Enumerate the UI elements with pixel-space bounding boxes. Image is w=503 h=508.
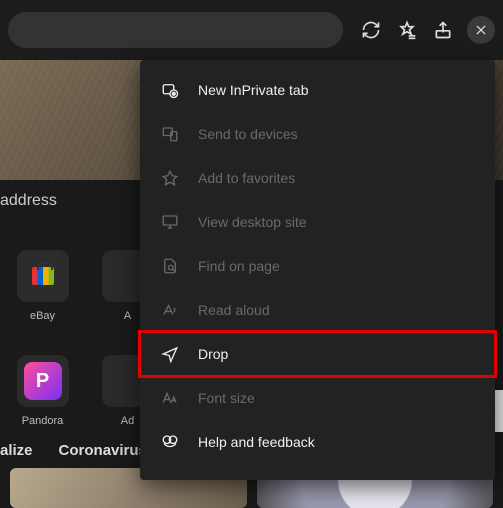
ebay-icon (17, 250, 69, 302)
tile-ebay[interactable]: eBay (10, 250, 75, 322)
menu-find-on-page[interactable]: Find on page (140, 244, 495, 288)
quick-links-row-1: eBay A (0, 250, 160, 322)
menu-item-label: Send to devices (198, 126, 298, 142)
menu-item-label: Find on page (198, 258, 280, 274)
desktop-icon (160, 212, 180, 232)
star-icon (160, 168, 180, 188)
tile-label: eBay (30, 310, 55, 322)
menu-add-to-favorites[interactable]: Add to favorites (140, 156, 495, 200)
news-tabs: alize Coronavirus (0, 442, 147, 459)
menu-send-to-devices[interactable]: Send to devices (140, 112, 495, 156)
tile-label: Pandora (22, 415, 64, 427)
refresh-icon[interactable] (359, 18, 383, 42)
quick-links-row-2: P Pandora Ad (0, 355, 160, 427)
menu-read-aloud[interactable]: Read aloud (140, 288, 495, 332)
pandora-icon: P (17, 355, 69, 407)
tile-label: Ad (121, 415, 134, 427)
menu-view-desktop-site[interactable]: View desktop site (140, 200, 495, 244)
menu-font-size[interactable]: Font size (140, 376, 495, 420)
menu-item-label: Read aloud (198, 302, 270, 318)
address-label: address (0, 192, 57, 210)
menu-item-label: View desktop site (198, 214, 307, 230)
menu-new-inprivate-tab[interactable]: New InPrivate tab (140, 68, 495, 112)
menu-item-label: Drop (198, 346, 228, 362)
share-icon[interactable] (431, 18, 455, 42)
menu-item-label: Font size (198, 390, 255, 406)
favorites-list-icon[interactable] (395, 18, 419, 42)
send-devices-icon (160, 124, 180, 144)
overflow-menu: New InPrivate tab Send to devices Add to… (140, 60, 495, 480)
menu-item-label: Help and feedback (198, 434, 315, 450)
help-feedback-icon (160, 432, 180, 452)
find-icon (160, 256, 180, 276)
menu-item-label: Add to favorites (198, 170, 295, 186)
tile-pandora[interactable]: P Pandora (10, 355, 75, 427)
read-aloud-icon (160, 300, 180, 320)
inprivate-icon (160, 80, 180, 100)
menu-item-label: New InPrivate tab (198, 82, 309, 98)
news-tab[interactable]: alize (0, 442, 33, 459)
top-bar (0, 0, 503, 60)
tile-label: A (124, 310, 131, 322)
news-tab[interactable]: Coronavirus (59, 442, 147, 459)
close-button[interactable] (467, 16, 495, 44)
drop-icon (160, 344, 180, 364)
menu-drop[interactable]: Drop (140, 332, 495, 376)
menu-help-and-feedback[interactable]: Help and feedback (140, 420, 495, 464)
address-bar[interactable] (8, 12, 343, 48)
font-size-icon (160, 388, 180, 408)
